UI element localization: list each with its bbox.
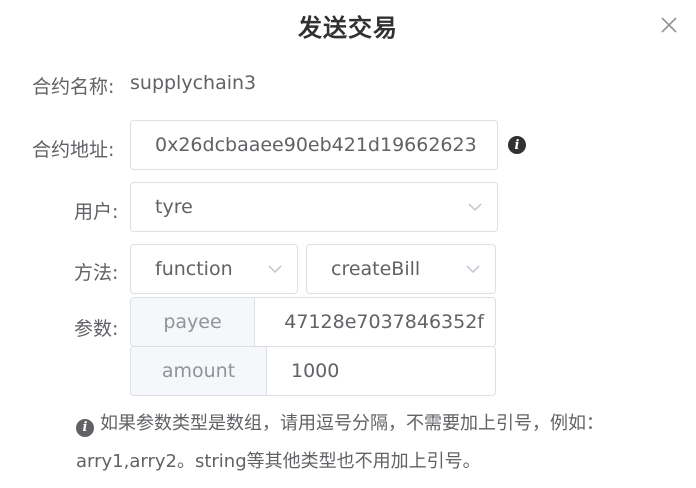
- contract-address-value: 0x26dcbaaee90eb421d19662623: [155, 134, 477, 156]
- param-value-input[interactable]: 47128e7037846352f: [255, 298, 495, 346]
- params-tip-text: 如果参数类型是数组，请用逗号分隔，不需要加上引号，例如：arry1,arry2。…: [76, 413, 604, 472]
- params-tip: i 如果参数类型是数组，请用逗号分隔，不需要加上引号，例如：arry1,arry2…: [76, 405, 676, 481]
- contract-name-value: supplychain3: [130, 72, 257, 94]
- chevron-down-icon: [468, 203, 482, 212]
- user-select-value: tyre: [155, 196, 193, 218]
- param-value-input[interactable]: 1000: [267, 347, 495, 395]
- method-name-select[interactable]: createBill: [306, 244, 496, 294]
- method-name-value: createBill: [331, 258, 421, 280]
- contract-name-label: 合约名称:: [32, 76, 115, 98]
- info-icon[interactable]: i: [508, 136, 526, 154]
- info-icon: i: [76, 419, 94, 437]
- method-type-value: function: [155, 258, 233, 280]
- method-type-select[interactable]: function: [130, 244, 298, 294]
- contract-address-label: 合约地址:: [32, 139, 115, 161]
- send-transaction-dialog: 发送交易 合约名称: supplychain3 合约地址: 0x26dcbaae…: [0, 0, 696, 488]
- param-name: payee: [131, 298, 255, 346]
- user-label: 用户:: [74, 201, 119, 223]
- chevron-down-icon: [466, 265, 480, 274]
- user-select[interactable]: tyre: [130, 182, 498, 232]
- param-value: 1000: [291, 360, 340, 382]
- param-name: amount: [131, 347, 267, 395]
- contract-address-input[interactable]: 0x26dcbaaee90eb421d19662623: [130, 120, 498, 170]
- close-icon[interactable]: [658, 14, 680, 36]
- param-row: payee 47128e7037846352f: [130, 297, 496, 347]
- method-label: 方法:: [74, 262, 119, 284]
- params-label: 参数:: [74, 318, 119, 340]
- dialog-title: 发送交易: [298, 14, 398, 42]
- param-row: amount 1000: [130, 346, 496, 396]
- chevron-down-icon: [268, 265, 282, 274]
- param-value: 47128e7037846352f: [284, 311, 484, 333]
